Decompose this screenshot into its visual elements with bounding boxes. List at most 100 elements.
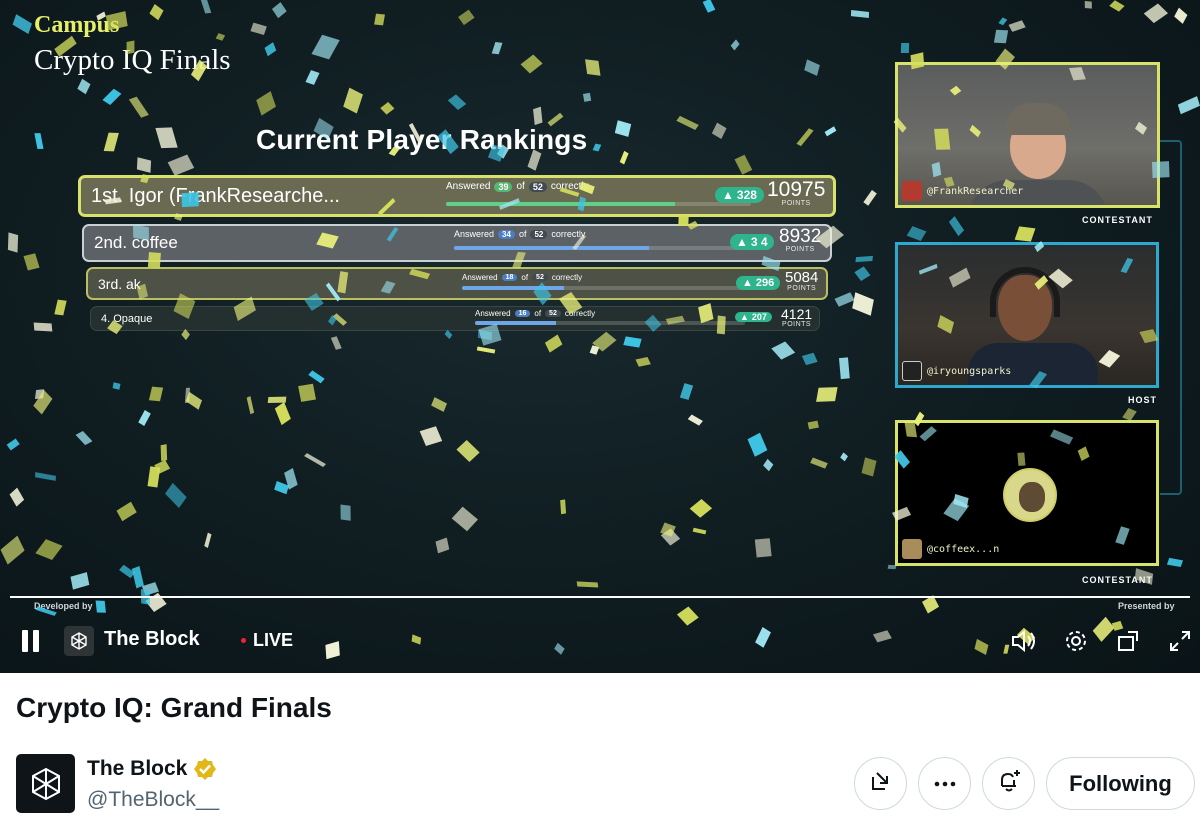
ranking-row-4: 4. Opaque Answered 16 of 52 correctly ▲ 2…: [90, 306, 820, 331]
points-value: 5084: [785, 269, 819, 286]
arrow-up-icon: ▲: [722, 188, 734, 202]
points-gain-badge: ▲ 328: [715, 187, 764, 203]
gain-value: 207: [751, 312, 767, 322]
post-title: Crypto IQ: Grand Finals: [16, 692, 332, 723]
gain-value: 296: [755, 277, 775, 289]
gain-value: 328: [736, 188, 757, 202]
points-label: POINTS: [787, 285, 817, 292]
rankings-heading: Current Player Rankings: [256, 124, 588, 155]
developed-by-label: Developed by: [34, 601, 93, 611]
live-dot: [241, 638, 246, 643]
presented-by-label: Presented by: [1118, 601, 1175, 611]
correct-count: 34: [498, 229, 515, 239]
player-name: 1st. Igor (FrankResearche...: [91, 184, 340, 207]
correctly-label: correctly: [551, 273, 583, 282]
video-player[interactable]: Campus Crypto IQ Finals Current Player R…: [0, 0, 1200, 673]
the-block-logo-icon[interactable]: [64, 626, 94, 656]
headphones: [990, 267, 1060, 317]
of-label: of: [534, 309, 542, 318]
fullscreen-icon[interactable]: [1164, 626, 1196, 656]
points-total: 8932 POINTS: [779, 227, 821, 253]
contestant-camera-2: @coffeex...n: [895, 420, 1159, 566]
answered-count: Answered 34 of 52 correctly: [454, 229, 585, 239]
total-count: 52: [532, 274, 548, 281]
more-button[interactable]: [918, 757, 971, 810]
total-count: 52: [545, 310, 561, 317]
correctly-label: correctly: [550, 181, 589, 192]
total-count: 52: [530, 229, 548, 239]
verified-badge-icon: [193, 757, 217, 781]
ranking-row-3: 3rd. ak Answered 18 of 52 correctly ▲ 296…: [86, 267, 828, 300]
answer-progress-bar: [475, 321, 745, 325]
following-button[interactable]: Following: [1046, 757, 1195, 810]
account-handle[interactable]: @TheBlock__: [87, 788, 219, 812]
subscribe-icon: [996, 768, 1022, 799]
points-label: POINTS: [781, 200, 811, 207]
of-label: of: [518, 229, 527, 239]
correct-count: 39: [494, 181, 513, 192]
camera-role-label: CONTESTANT: [1082, 575, 1153, 585]
gain-value: 3 4: [750, 235, 768, 249]
share-icon: [869, 769, 893, 798]
settings-gear-icon[interactable]: [1060, 626, 1092, 656]
volume-icon[interactable]: [1008, 626, 1040, 656]
live-label: LIVE: [253, 630, 294, 650]
answer-progress-bar: [454, 246, 754, 250]
campus-brand: Campus: [34, 12, 120, 38]
account-name[interactable]: The Block: [87, 757, 187, 781]
ape-avatar-icon: [1003, 468, 1057, 522]
progress-fill: [446, 202, 675, 206]
correctly-label: correctly: [564, 309, 596, 318]
camera-bracket: [1160, 140, 1182, 495]
answered-prefix: Answered: [462, 273, 498, 282]
correct-count: 16: [514, 310, 531, 317]
video-scrubber[interactable]: [10, 596, 1190, 598]
ranking-row-1: 1st. Igor (FrankResearche... Answered 39…: [78, 175, 836, 217]
contestant-cap: [1005, 103, 1071, 135]
total-count: 52: [528, 181, 547, 192]
progress-fill: [475, 321, 556, 325]
points-gain-badge: ▲ 207: [735, 312, 772, 322]
camera-role-label: HOST: [1128, 395, 1158, 405]
ranking-row-2: 2nd. coffee Answered 34 of 52 correctly …: [82, 224, 832, 262]
points-label: POINTS: [785, 246, 815, 253]
channel-name[interactable]: The Block: [104, 628, 200, 651]
share-button[interactable]: [854, 757, 907, 810]
arrow-up-icon: ▲: [736, 235, 748, 249]
subscribe-button[interactable]: [982, 757, 1035, 810]
points-value: 4121: [781, 306, 813, 322]
camera-handle: @FrankResearcher: [902, 181, 1023, 201]
account-avatar[interactable]: [16, 754, 75, 813]
handle-avatar-icon: [902, 181, 922, 201]
pause-icon[interactable]: [18, 626, 44, 656]
points-total: 5084 POINTS: [785, 270, 818, 292]
host-camera: @iryoungsparks: [895, 242, 1159, 388]
points-total: 4121 POINTS: [781, 307, 812, 328]
answered-count: Answered 16 of 52 correctly: [475, 309, 595, 318]
camera-handle: @coffeex...n: [902, 539, 999, 559]
of-label: of: [521, 273, 529, 282]
answer-progress-bar: [462, 286, 752, 290]
camera-role-label: CONTESTANT: [1082, 215, 1153, 225]
answered-prefix: Answered: [454, 229, 495, 239]
points-label: POINTS: [782, 321, 812, 328]
handle-avatar-icon: [902, 539, 922, 559]
answered-prefix: Answered: [475, 309, 511, 318]
player-name: 4. Opaque: [101, 312, 153, 325]
arrow-up-icon: ▲: [740, 312, 749, 322]
answered-prefix: Answered: [446, 181, 491, 192]
page: Campus Crypto IQ Finals Current Player R…: [0, 0, 1200, 825]
player-name: 3rd. ak: [98, 275, 141, 292]
of-label: of: [516, 181, 525, 192]
points-gain-badge: ▲ 3 4: [730, 234, 774, 250]
picture-in-picture-icon[interactable]: [1112, 626, 1144, 656]
contestant-camera-1: @FrankResearcher: [895, 62, 1160, 208]
correct-count: 18: [501, 274, 518, 281]
arrow-up-icon: ▲: [742, 277, 753, 289]
camera-handle: @iryoungsparks: [902, 361, 1011, 381]
points-total: 10975 POINTS: [767, 179, 825, 207]
points-value: 8932: [779, 226, 822, 247]
points-gain-badge: ▲ 296: [736, 276, 781, 290]
correctly-label: correctly: [551, 229, 586, 239]
player-name: 2nd. coffee: [94, 233, 178, 252]
